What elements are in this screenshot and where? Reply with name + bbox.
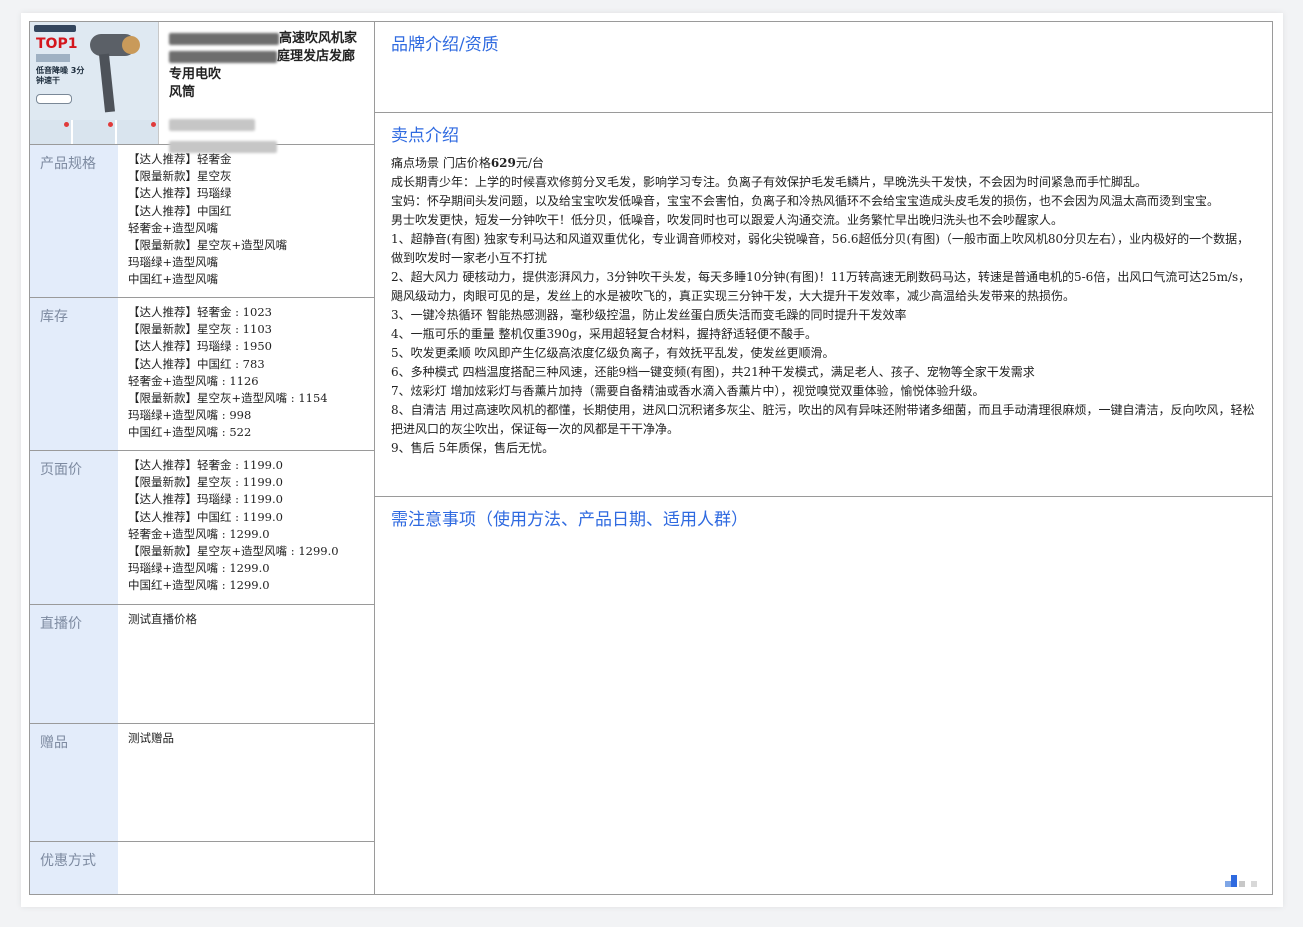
spec-label: 页面价 xyxy=(30,451,118,604)
list-item: 【限量新款】星空灰 xyxy=(128,169,232,184)
section-title: 品牌介绍/资质 xyxy=(391,35,499,55)
selling-point: 3、一键冷热循环 智能热感测器，毫秒级控温，防止发丝蛋白质失活而变毛躁的同时提升… xyxy=(391,308,907,322)
product-image[interactable]: TOP1 低音降噪 3分钟速干 xyxy=(30,22,159,144)
spec-row-specs: 产品规格 【达人推荐】轻奢金 【限量新款】星空灰 【达人推荐】玛瑙绿 【达人推荐… xyxy=(30,145,374,298)
selling-point: 成长期青少年：上学的时候喜欢修剪分叉毛发，影响学习专注。负离子有效保护毛发毛鳞片… xyxy=(391,175,1148,189)
top1-badge: TOP1 xyxy=(36,36,78,52)
list-item: 中国红+造型风嘴 xyxy=(128,272,219,287)
selling-point: 2、超大风力 硬核动力，提供澎湃风力，3分钟吹干头发，每天多睡10分钟(有图)！… xyxy=(391,270,1251,303)
spec-row-gift: 赠品 测试赠品 xyxy=(30,724,374,842)
list-item: 【限量新款】星空灰 : 1103 xyxy=(128,322,272,337)
spec-values: 【达人推荐】轻奢金 【限量新款】星空灰 【达人推荐】玛瑙绿 【达人推荐】中国红 … xyxy=(118,145,374,297)
list-item: 玛瑙绿+造型风嘴 : 1299.0 xyxy=(128,561,270,576)
list-item: 【达人推荐】玛瑙绿 : 1950 xyxy=(128,339,272,354)
redacted-meta xyxy=(169,140,277,153)
spec-values: 【达人推荐】轻奢金 : 1023 【限量新款】星空灰 : 1103 【达人推荐】… xyxy=(118,298,374,450)
list-item: 轻奢金+造型风嘴 xyxy=(128,220,219,235)
right-column: 品牌介绍/资质 卖点介绍 痛点场景 门店价格629元/台 成长期青少年：上学的时… xyxy=(375,22,1272,894)
spec-label: 产品规格 xyxy=(30,145,118,297)
thumb-caption: 低音降噪 3分钟速干 xyxy=(36,66,85,85)
spec-values xyxy=(118,842,374,894)
left-column: TOP1 低音降噪 3分钟速干 高速吹风机家 庭理发店发廊专用电吹 风筒 产品规… xyxy=(30,22,375,894)
list-item: 【限量新款】星空灰+造型风嘴 : 1299.0 xyxy=(128,544,339,559)
product-header: TOP1 低音降噪 3分钟速干 高速吹风机家 庭理发店发廊专用电吹 风筒 xyxy=(30,22,374,153)
list-item: 玛瑙绿+造型风嘴 xyxy=(128,255,219,270)
spec-values: 测试直播价格 xyxy=(118,605,374,723)
list-item: 轻奢金+造型风嘴 : 1299.0 xyxy=(128,526,270,541)
selling-points-text: 痛点场景 门店价格629元/台 成长期青少年：上学的时候喜欢修剪分叉毛发，影响学… xyxy=(391,154,1256,458)
brand-section: 品牌介绍/资质 xyxy=(375,22,1272,113)
watermark-logo xyxy=(1221,873,1271,893)
spec-row-page-price: 页面价 【达人推荐】轻奢金 : 1199.0 【限量新款】星空灰 : 1199.… xyxy=(30,451,374,605)
spec-row-stock: 库存 【达人推荐】轻奢金 : 1023 【限量新款】星空灰 : 1103 【达人… xyxy=(30,298,374,451)
store-price: 629 xyxy=(490,156,516,170)
product-title: 高速吹风机家 庭理发店发廊专用电吹 风筒 xyxy=(159,22,374,153)
list-item: 【达人推荐】中国红 xyxy=(128,203,232,218)
selling-point: 4、一瓶可乐的重量 整机仅重390g，采用超轻复合材料，握持舒适轻便不酸手。 xyxy=(391,327,818,341)
selling-point: 男士吹发更快，短发一分钟吹干！低分贝，低噪音，吹发同时也可以跟爱人沟通交流。业务… xyxy=(391,213,1064,227)
list-item: 测试赠品 xyxy=(128,731,174,745)
pain-point-line: 痛点场景 门店价格629元/台 xyxy=(391,156,544,170)
title-line-3: 风筒 xyxy=(169,85,196,100)
selling-point: 宝妈：怀孕期间头发问题，以及给宝宝吹发低噪音，宝宝不会害怕，负离子和冷热风循环不… xyxy=(391,194,1220,208)
list-item: 【达人推荐】轻奢金 : 1023 xyxy=(128,305,272,319)
redacted-text xyxy=(169,50,277,63)
brand-logo xyxy=(34,25,76,32)
list-item: 【达人推荐】玛瑙绿 : 1199.0 xyxy=(128,492,283,507)
list-item: 玛瑙绿+造型风嘴 : 998 xyxy=(128,408,252,423)
spec-row-discount: 优惠方式 xyxy=(30,842,374,894)
spec-label: 直播价 xyxy=(30,605,118,723)
title-line-1: 高速吹风机家 xyxy=(279,31,358,46)
list-item: 【达人推荐】轻奢金 xyxy=(128,152,232,166)
selling-point: 1、超静音(有图) 独家专利马达和风道双重优化，专业调音师校对，弱化尖锐噪音，5… xyxy=(391,232,1250,265)
selling-point: 6、多种模式 四档温度搭配三种风速，还能9档一键变频(有图)，共21种干发模式，… xyxy=(391,365,1035,379)
spec-label: 赠品 xyxy=(30,724,118,841)
report-sheet: TOP1 低音降噪 3分钟速干 高速吹风机家 庭理发店发廊专用电吹 风筒 产品规… xyxy=(21,13,1283,907)
redacted-meta xyxy=(169,118,255,131)
list-item: 【限量新款】星空灰 : 1199.0 xyxy=(128,475,283,490)
dryer-nozzle-ring xyxy=(122,36,140,54)
spec-label: 库存 xyxy=(30,298,118,450)
spec-label: 优惠方式 xyxy=(30,842,118,894)
list-item: 【限量新款】星空灰+造型风嘴 : 1154 xyxy=(128,391,328,406)
list-item: 【达人推荐】玛瑙绿 xyxy=(128,186,232,201)
list-item: 中国红+造型风嘴 : 522 xyxy=(128,425,252,440)
list-item: 【限量新款】星空灰+造型风嘴 xyxy=(128,238,288,253)
list-item: 【达人推荐】中国红 : 1199.0 xyxy=(128,509,283,524)
selling-point: 8、自清洁 用过高速吹风机的都懂，长期使用，进风口沉积诸多灰尘、脏污，吹出的风有… xyxy=(391,403,1255,436)
spec-values: 【达人推荐】轻奢金 : 1199.0 【限量新款】星空灰 : 1199.0 【达… xyxy=(118,451,374,604)
section-title: 需注意事项（使用方法、产品日期、适用人群） xyxy=(391,510,748,530)
list-item: 【达人推荐】轻奢金 : 1199.0 xyxy=(128,458,283,472)
list-item: 轻奢金+造型风嘴 : 1126 xyxy=(128,373,259,388)
thumb-strip xyxy=(30,120,158,144)
thumb-pill xyxy=(36,94,72,104)
thumb-subline xyxy=(36,54,70,62)
spec-values: 测试赠品 xyxy=(118,724,374,841)
section-title: 卖点介绍 xyxy=(391,126,459,146)
list-item: 中国红+造型风嘴 : 1299.0 xyxy=(128,578,270,593)
redacted-text xyxy=(169,32,279,45)
selling-point: 9、售后 5年质保，售后无忧。 xyxy=(391,441,555,455)
selling-point: 7、炫彩灯 增加炫彩灯与香薰片加持（需要自备精油或香水滴入香薰片中），视觉嗅觉双… xyxy=(391,384,985,398)
selling-points-section: 卖点介绍 痛点场景 门店价格629元/台 成长期青少年：上学的时候喜欢修剪分叉毛… xyxy=(375,113,1272,497)
dryer-handle xyxy=(98,53,116,113)
list-item: 【达人推荐】中国红 : 783 xyxy=(128,356,265,371)
notes-section: 需注意事项（使用方法、产品日期、适用人群） xyxy=(375,497,1272,894)
list-item: 测试直播价格 xyxy=(128,612,197,626)
selling-point: 5、吹发更柔顺 吹风即产生亿级高浓度亿级负离子，有效抚平乱发，使发丝更顺滑。 xyxy=(391,346,835,360)
spec-row-live-price: 直播价 测试直播价格 xyxy=(30,605,374,724)
product-card: TOP1 低音降噪 3分钟速干 高速吹风机家 庭理发店发廊专用电吹 风筒 产品规… xyxy=(29,21,1273,895)
